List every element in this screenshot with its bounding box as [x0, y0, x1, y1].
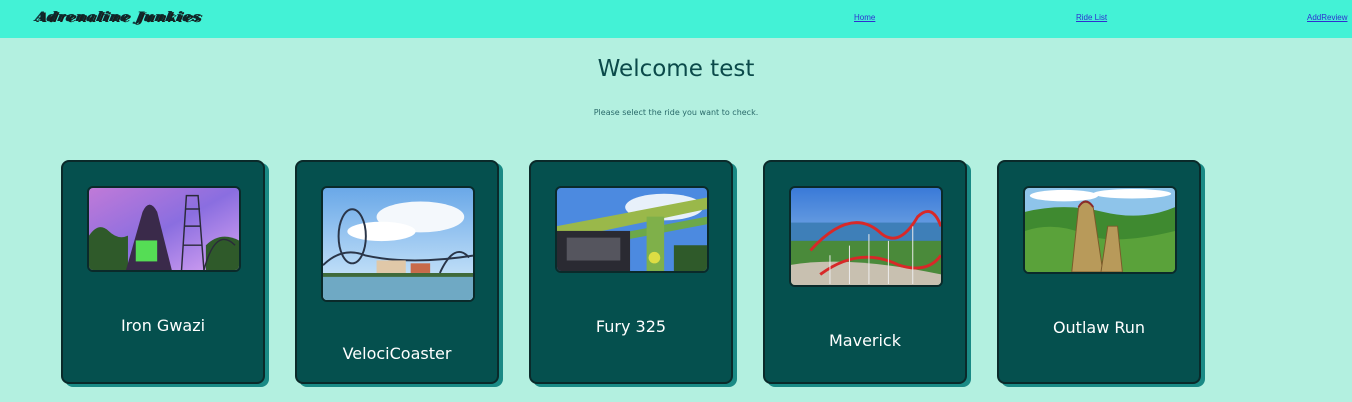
- ride-image: [555, 186, 709, 273]
- ride-name: Maverick: [828, 331, 901, 350]
- ride-card-outlaw-run[interactable]: Outlaw Run: [997, 160, 1201, 384]
- ride-image: [87, 186, 241, 272]
- ride-card-velocicoaster[interactable]: VelociCoaster: [295, 160, 499, 384]
- ride-name: VelociCoaster: [342, 344, 452, 363]
- welcome-heading: Welcome test: [597, 56, 755, 82]
- nav-link-add-review[interactable]: AddReview: [1307, 13, 1347, 22]
- ride-name: Fury 325: [595, 317, 667, 336]
- ride-card-iron-gwazi[interactable]: Iron Gwazi: [61, 160, 265, 384]
- ride-card-fury-325[interactable]: Fury 325: [529, 160, 733, 384]
- nav-link-home[interactable]: Home: [854, 13, 875, 22]
- nav-link-ride-list[interactable]: Ride List: [1076, 13, 1107, 22]
- ride-card-maverick[interactable]: Maverick: [763, 160, 967, 384]
- ride-name: Iron Gwazi: [120, 316, 206, 335]
- top-navbar: Adrenaline Junkies Home Ride List AddRev…: [0, 0, 1352, 38]
- ride-image: [789, 186, 943, 287]
- ride-image: [1023, 186, 1177, 274]
- site-logo[interactable]: Adrenaline Junkies: [34, 10, 203, 25]
- ride-image: [321, 186, 475, 302]
- instruction-text: Please select the ride you want to check…: [593, 108, 759, 117]
- ride-name: Outlaw Run: [1052, 318, 1146, 337]
